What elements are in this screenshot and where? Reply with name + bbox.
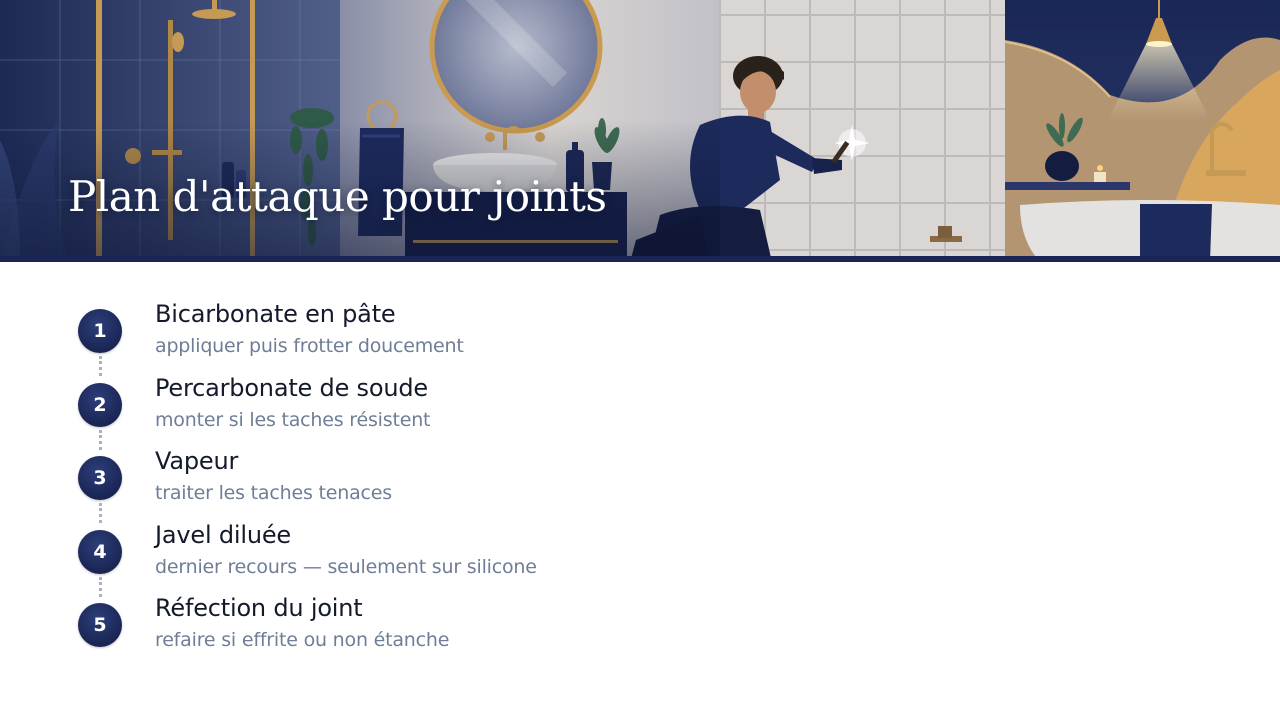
step-number-badge: 3 <box>78 456 122 500</box>
hero-banner: Plan d'attaque pour joints <box>0 0 1280 262</box>
step-number-badge: 4 <box>78 529 122 574</box>
step-title: Percarbonate de soude <box>155 373 428 402</box>
step-subtitle: dernier recours — seulement sur silicone <box>155 555 537 578</box>
list-item: 1 Bicarbonate en pâte appliquer puis fro… <box>78 300 778 376</box>
steps-list: 1 Bicarbonate en pâte appliquer puis fro… <box>78 300 778 668</box>
step-title: Réfection du joint <box>155 594 363 622</box>
step-title: Bicarbonate en pâte <box>155 300 396 328</box>
step-title: Javel diluée <box>155 520 291 549</box>
bathroom-illustration <box>0 0 1280 262</box>
step-subtitle: refaire si effrite ou non étanche <box>155 629 450 651</box>
step-number-badge: 5 <box>78 603 122 647</box>
step-subtitle: appliquer puis frotter doucement <box>155 335 464 357</box>
step-number-badge: 1 <box>78 309 122 353</box>
list-item: 3 Vapeur traiter les taches tenaces <box>78 447 778 523</box>
list-item: 4 Javel diluée dernier recours — seuleme… <box>78 520 778 597</box>
step-number-badge: 2 <box>78 382 122 427</box>
list-item: 2 Percarbonate de soude monter si les ta… <box>78 373 778 450</box>
page-title: Plan d'attaque pour joints <box>68 172 607 221</box>
step-title: Vapeur <box>155 447 239 475</box>
step-subtitle: monter si les taches résistent <box>155 408 431 431</box>
step-subtitle: traiter les taches tenaces <box>155 482 392 504</box>
list-item: 5 Réfection du joint refaire si effrite … <box>78 594 778 668</box>
